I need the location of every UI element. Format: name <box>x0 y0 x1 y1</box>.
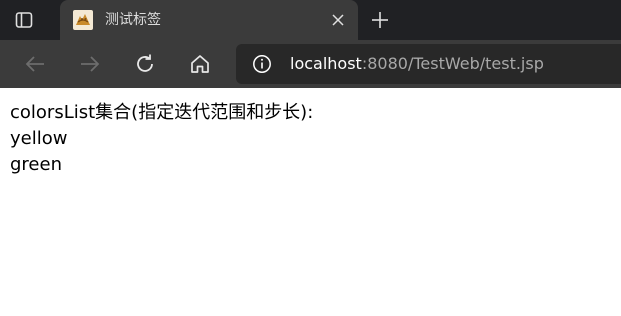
tab-title: 测试标签 <box>105 12 161 28</box>
address-url[interactable]: localhost:8080/TestWeb/test.jsp <box>290 54 544 74</box>
home-icon[interactable] <box>188 52 212 76</box>
info-icon[interactable] <box>252 54 272 74</box>
page-content: colorsList集合(指定迭代范围和步长): yellow green <box>0 88 621 316</box>
tab-bar: 测试标签 <box>0 0 621 40</box>
tab-actions-icon[interactable] <box>14 10 34 30</box>
back-arrow-icon[interactable] <box>23 52 47 76</box>
url-path: :8080/TestWeb/test.jsp <box>361 54 544 73</box>
list-item: green <box>10 154 62 175</box>
tomcat-icon <box>73 10 93 30</box>
url-host: localhost <box>290 54 362 73</box>
active-tab[interactable]: 测试标签 <box>60 0 358 40</box>
navigation-toolbar: localhost:8080/TestWeb/test.jsp <box>0 40 621 88</box>
list-item: yellow <box>10 128 68 149</box>
forward-arrow-icon[interactable] <box>78 52 102 76</box>
plus-icon[interactable] <box>368 8 392 32</box>
list-heading: colorsList集合(指定迭代范围和步长): <box>10 102 314 123</box>
close-icon[interactable] <box>328 10 348 30</box>
refresh-icon[interactable] <box>133 52 157 76</box>
address-bar[interactable]: localhost:8080/TestWeb/test.jsp <box>236 44 621 84</box>
